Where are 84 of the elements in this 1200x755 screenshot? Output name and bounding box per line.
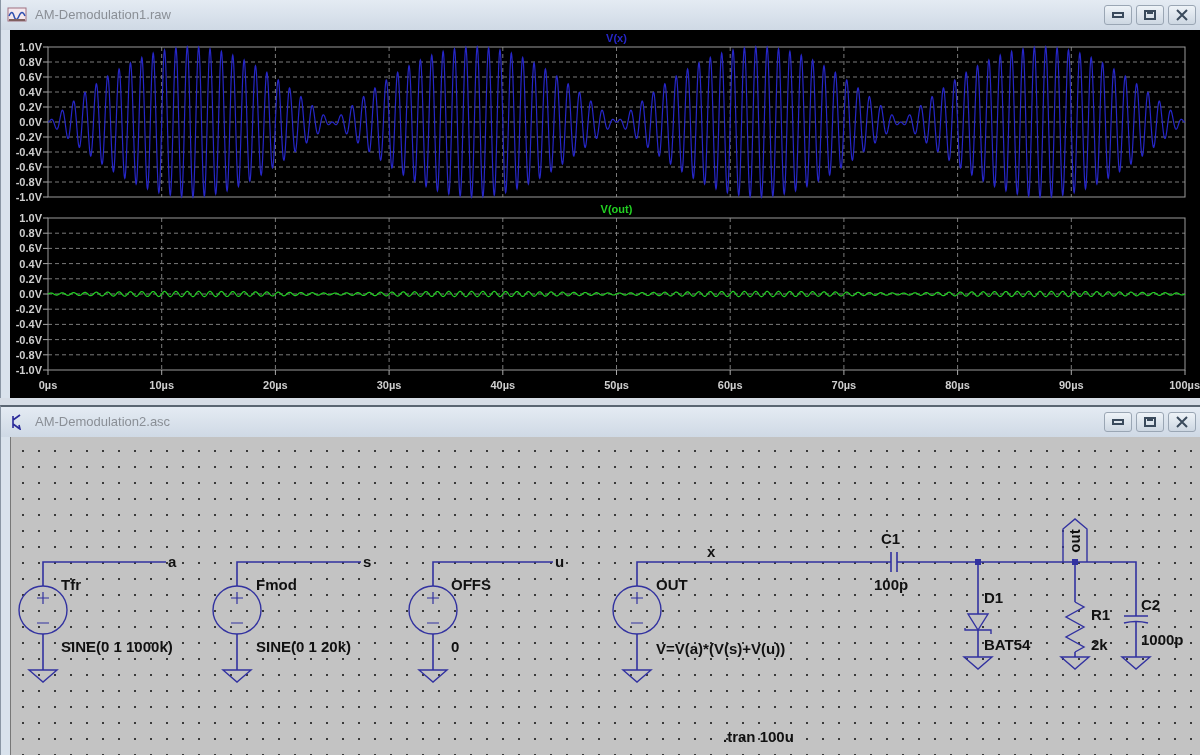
ground-symbol — [962, 656, 994, 670]
restore-icon — [1144, 417, 1156, 427]
component-label: Tfr — [61, 576, 81, 593]
axis-tick-label: -0.6V — [15, 161, 42, 173]
axis-tick-label: -0.8V — [15, 348, 42, 361]
axis-tick-label: -1.0V — [15, 364, 42, 376]
axis-tick-label: 20µs — [263, 379, 288, 391]
axis-tick-label: -0.8V — [15, 176, 42, 188]
ground-symbol — [417, 669, 449, 683]
restore-button[interactable] — [1136, 412, 1164, 432]
trace-label: V(out) — [600, 203, 633, 215]
axis-tick-label: 0.2V — [19, 272, 42, 285]
component-value: BAT54 — [984, 636, 1031, 653]
axis-tick-label: 100µs — [1169, 379, 1200, 391]
close-icon — [1176, 9, 1188, 21]
component-label: OFFS — [451, 576, 491, 593]
axis-tick-label: 0.4V — [19, 257, 42, 270]
ground-symbol — [1120, 656, 1152, 670]
component-label: C1 — [881, 530, 901, 547]
axis-tick-label: 90µs — [1058, 379, 1084, 391]
close-button[interactable] — [1168, 412, 1196, 432]
axis-tick-label: 0.4V — [19, 86, 42, 98]
minimize-button[interactable] — [1104, 412, 1132, 432]
axis-tick-label: 70µs — [831, 379, 857, 391]
capacitor-symbol — [890, 551, 898, 573]
axis-tick-label: 40µs — [490, 379, 516, 391]
net-label: u — [555, 553, 565, 570]
axis-tick-label: -0.4V — [15, 146, 42, 158]
axis-tick-label: -1.0V — [15, 191, 42, 203]
axis-tick-label: 0.0V — [19, 288, 42, 300]
resistor-symbol — [1064, 601, 1086, 653]
axis-tick-label: 60µs — [717, 379, 743, 391]
axis-tick-label: 1.0V — [19, 212, 42, 224]
component-value: 100p — [874, 576, 909, 593]
component-label: Fmod — [256, 576, 297, 593]
axis-tick-label: 50µs — [604, 379, 629, 391]
component-value: 2k — [1091, 636, 1108, 653]
spice-directive: .tran 100u — [723, 728, 794, 745]
axis-tick-label: 0.8V — [19, 227, 42, 240]
component-value: 0 — [451, 638, 460, 655]
restore-button[interactable] — [1136, 5, 1164, 25]
window-title: AM-Demodulation1.raw — [35, 6, 171, 25]
axis-tick-label: -0.4V — [15, 318, 42, 331]
capacitor-symbol — [1123, 615, 1149, 624]
net-label: x — [707, 543, 716, 560]
close-button[interactable] — [1168, 5, 1196, 25]
minimize-button[interactable] — [1104, 5, 1132, 25]
axis-tick-label: 80µs — [945, 379, 970, 391]
minimize-icon — [1112, 419, 1124, 425]
axis-tick-label: 0.2V — [19, 101, 42, 113]
axis-tick-label: 0.8V — [19, 56, 42, 68]
axis-tick-label: 0.0V — [19, 116, 42, 128]
minimize-icon — [1112, 12, 1124, 18]
ground-symbol — [221, 669, 253, 683]
diode-symbol — [964, 613, 992, 635]
axis-tick-label: 10µs — [149, 379, 175, 391]
ground-symbol — [621, 669, 653, 683]
axis-tick-label: 0µs — [38, 379, 58, 391]
component-label: D1 — [984, 589, 1004, 606]
ground-symbol — [1059, 656, 1091, 670]
port-label: out — [1066, 529, 1083, 553]
axis-tick-label: -0.2V — [15, 131, 42, 143]
component-label: OUT — [656, 576, 688, 593]
net-label: a — [168, 553, 177, 570]
axis-tick-label: 1.0V — [19, 41, 42, 53]
component-value: SINE(0 1 1000k) — [61, 638, 173, 655]
component-value: SINE(0 1 20k) — [256, 638, 352, 655]
component-label: R1 — [1091, 606, 1111, 623]
net-label: s — [363, 553, 372, 570]
axis-tick-label: -0.6V — [15, 333, 42, 346]
component-value: V=V(a)*(V(s)+V(u)) — [656, 640, 786, 657]
close-icon — [1176, 416, 1188, 428]
axis-tick-label: 30µs — [376, 379, 402, 391]
window-title: AM-Demodulation2.asc — [35, 413, 171, 432]
axis-tick-label: -0.2V — [15, 303, 42, 316]
axis-tick-label: 0.6V — [19, 71, 42, 83]
restore-icon — [1144, 10, 1156, 20]
waveform-icon — [7, 7, 27, 23]
trace-label: V(x) — [606, 32, 627, 44]
ground-symbol — [27, 669, 59, 683]
port-flag — [1062, 518, 1088, 563]
component-value: 1000p — [1141, 631, 1184, 648]
axis-tick-label: 0.6V — [19, 242, 42, 255]
component-label: C2 — [1141, 596, 1161, 613]
